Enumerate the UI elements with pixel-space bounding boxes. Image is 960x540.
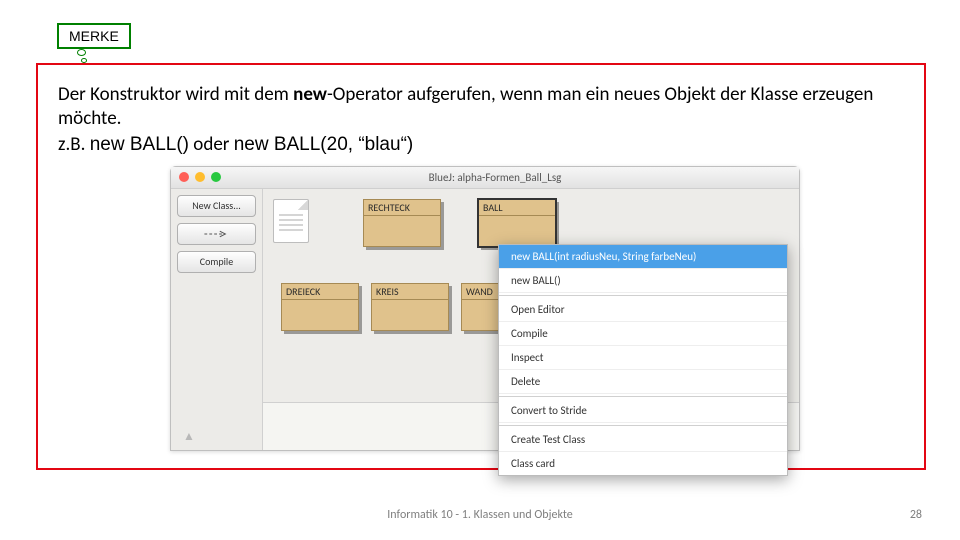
menu-separator [499, 295, 787, 296]
menu-item-new-ball-params[interactable]: new BALL(int radiusNeu, String farbeNeu) [499, 245, 787, 269]
menu-item-class-card[interactable]: Class card [499, 452, 787, 475]
window-controls[interactable] [179, 172, 221, 182]
menu-item-create-test-class[interactable]: Create Test Class [499, 428, 787, 452]
window-title: BlueJ: alpha-Formen_Ball_Lsg [231, 171, 799, 184]
context-menu: new BALL(int radiusNeu, String farbeNeu)… [498, 244, 788, 476]
compile-button[interactable]: Compile [177, 251, 256, 273]
para-prefix: Der Konstruktor wird mit dem [58, 83, 293, 106]
class-ball[interactable]: BALL [478, 199, 556, 247]
menu-item-compile[interactable]: Compile [499, 322, 787, 346]
bluej-window: BlueJ: alpha-Formen_Ball_Lsg New Class..… [170, 166, 800, 451]
class-label: DREIECK [282, 284, 358, 300]
menu-item-convert-stride[interactable]: Convert to Stride [499, 399, 787, 423]
class-kreis[interactable]: KREIS [371, 283, 449, 331]
maximize-icon[interactable] [211, 172, 221, 182]
example-line: z.B. new BALL() oder new BALL(20, “blau“… [58, 133, 904, 156]
menu-item-inspect[interactable]: Inspect [499, 346, 787, 370]
class-label: WAND [462, 284, 500, 300]
menu-item-open-editor[interactable]: Open Editor [499, 298, 787, 322]
expand-triangle-icon[interactable]: ▲ [177, 429, 256, 444]
class-diagram-canvas[interactable]: RECHTECK BALL DREIECK KREIS WAND new BAL… [263, 189, 799, 450]
content-frame: Der Konstruktor wird mit dem new-Operato… [36, 63, 926, 470]
merke-badge: MERKE [57, 23, 131, 49]
close-icon[interactable] [179, 172, 189, 182]
footer-text: Informatik 10 - 1. Klassen und Objekte [0, 508, 960, 522]
sidebar: New Class... Compile ▲ [171, 189, 263, 450]
example-code-2: new BALL(20, “blau“) [234, 134, 414, 155]
new-class-button[interactable]: New Class... [177, 195, 256, 217]
menu-separator [499, 425, 787, 426]
class-label: BALL [479, 200, 555, 216]
page-number: 28 [910, 508, 922, 522]
menu-item-new-ball[interactable]: new BALL() [499, 269, 787, 293]
class-wand[interactable]: WAND [461, 283, 501, 331]
arrow-button[interactable] [177, 223, 256, 245]
dependency-arrow-icon [203, 229, 231, 239]
para-bold: new [293, 83, 327, 106]
explanation-text: Der Konstruktor wird mit dem new-Operato… [58, 83, 904, 131]
example-code-1: new BALL() [90, 134, 189, 155]
minimize-icon[interactable] [195, 172, 205, 182]
merke-label: MERKE [57, 23, 131, 49]
example-prefix: z.B. [58, 133, 90, 156]
titlebar: BlueJ: alpha-Formen_Ball_Lsg [171, 167, 799, 189]
readme-icon[interactable] [273, 199, 309, 243]
class-dreieck[interactable]: DREIECK [281, 283, 359, 331]
menu-separator [499, 396, 787, 397]
example-mid: oder [189, 133, 234, 156]
class-rechteck[interactable]: RECHTECK [363, 199, 441, 247]
bluej-body: New Class... Compile ▲ RECHTECK [171, 189, 799, 450]
class-label: KREIS [372, 284, 448, 300]
menu-item-delete[interactable]: Delete [499, 370, 787, 394]
class-label: RECHTECK [364, 200, 440, 216]
